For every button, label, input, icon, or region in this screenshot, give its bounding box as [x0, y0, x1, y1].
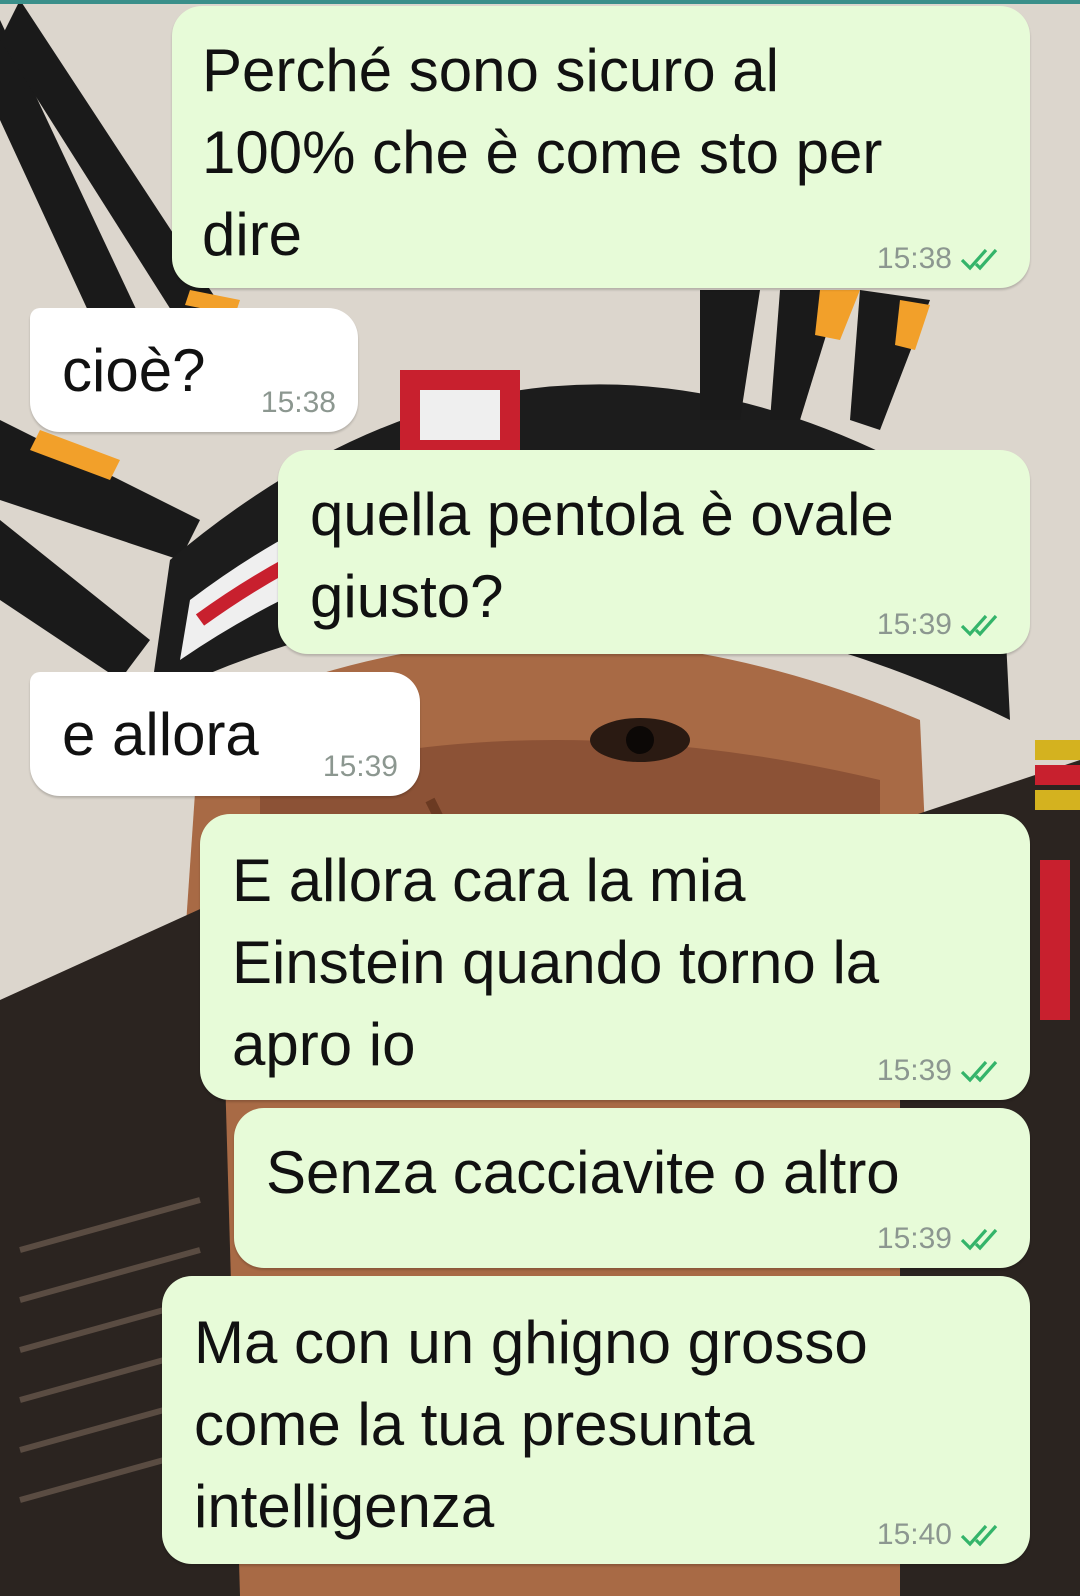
read-double-check-icon	[960, 1228, 998, 1251]
message-bubble-outgoing[interactable]: quella pentola è ovale giusto? 15:39	[278, 450, 1030, 654]
message-bubble-outgoing[interactable]: Senza cacciavite o altro 15:39	[234, 1108, 1030, 1268]
message-bubble-incoming[interactable]: cioè? 15:38	[30, 308, 358, 432]
top-accent-line	[0, 0, 1080, 4]
read-double-check-icon	[960, 1524, 998, 1547]
message-meta: 15:40	[877, 1518, 1008, 1552]
message-meta: 15:39	[323, 750, 398, 784]
message-bubble-outgoing[interactable]: Perché sono sicuro al 100% che è come st…	[172, 6, 1030, 288]
read-double-check-icon	[960, 248, 998, 271]
message-text: E allora cara la mia Einstein quando tor…	[232, 847, 880, 1078]
message-time: 15:39	[876, 1222, 952, 1255]
message-meta: 15:39	[877, 1054, 1008, 1088]
message-text: Senza cacciavite o altro	[266, 1139, 900, 1206]
message-meta: 15:38	[261, 386, 336, 420]
message-meta: 15:39	[877, 608, 1008, 642]
message-time: 15:38	[876, 242, 952, 275]
message-text: Perché sono sicuro al 100% che è come st…	[202, 37, 883, 268]
message-time: 15:39	[876, 1054, 952, 1087]
message-meta: 15:38	[877, 242, 1008, 276]
message-meta: 15:39	[877, 1222, 1008, 1256]
message-bubble-outgoing[interactable]: Ma con un ghigno grosso come la tua pres…	[162, 1276, 1030, 1564]
message-time: 15:39	[322, 750, 398, 783]
message-time: 15:40	[876, 1518, 952, 1551]
message-time: 15:39	[876, 608, 952, 641]
message-bubble-outgoing[interactable]: E allora cara la mia Einstein quando tor…	[200, 814, 1030, 1100]
message-bubble-incoming[interactable]: e allora 15:39	[30, 672, 420, 796]
message-time: 15:38	[260, 386, 336, 419]
read-double-check-icon	[960, 1060, 998, 1083]
read-double-check-icon	[960, 614, 998, 637]
message-text: Ma con un ghigno grosso come la tua pres…	[194, 1309, 868, 1540]
